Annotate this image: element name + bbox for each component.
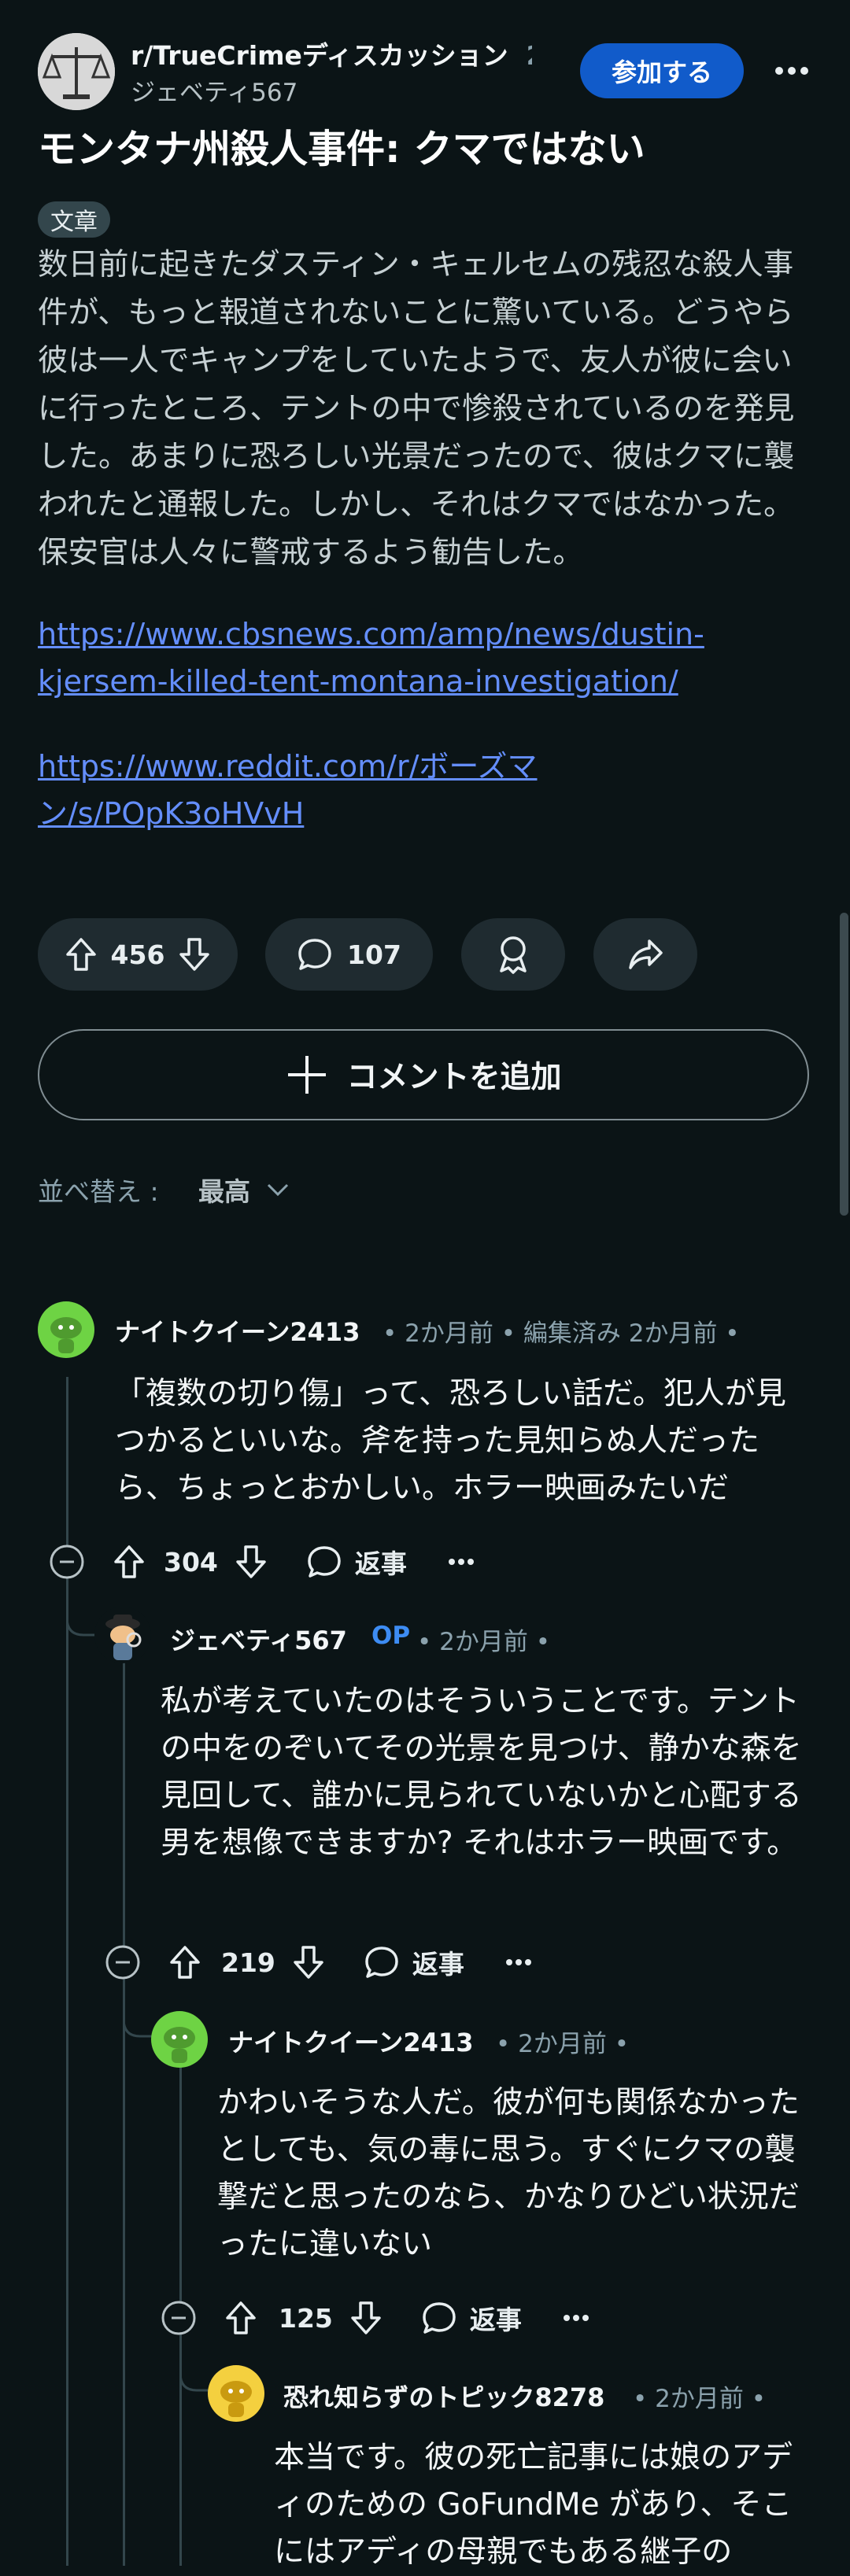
- comment-meta: • 2か月前 •: [633, 2385, 767, 2413]
- comment-body: 本当です。彼の死亡記事には娘のアディのための GoFundMe があり、そこには…: [274, 2440, 793, 2570]
- comment-actions: 219 返事: [105, 1943, 532, 1981]
- comment-icon: [297, 937, 333, 972]
- avatar[interactable]: [208, 2365, 264, 2422]
- upvote-icon[interactable]: [169, 1945, 201, 1980]
- subreddit-avatar[interactable]: [38, 33, 115, 110]
- reply-label: 返事: [354, 1548, 407, 1579]
- comment-body: 私が考えていたのはそういうことです。テントの中をのぞいてその光景を見つけ、静かな…: [161, 1684, 802, 1861]
- comment-meta: • 2か月前 • 編集済み 2か月前 •: [382, 1319, 740, 1348]
- more-options-icon[interactable]: [448, 1558, 475, 1566]
- collapse-icon[interactable]: [49, 1544, 85, 1580]
- downvote-icon[interactable]: [179, 937, 210, 972]
- comment-author[interactable]: 恐れ知らずのトピック8278: [283, 2378, 604, 2414]
- upvote-icon[interactable]: [65, 937, 97, 972]
- downvote-icon[interactable]: [293, 1945, 324, 1980]
- comment-icon: [306, 1544, 342, 1579]
- post-flair[interactable]: 文章: [38, 201, 110, 238]
- join-button[interactable]: 参加する: [580, 43, 744, 98]
- op-badge: OP: [371, 1622, 411, 1650]
- post-author[interactable]: ジェベティ567: [131, 72, 298, 108]
- comment-actions: 125 返事: [161, 2299, 589, 2337]
- more-options-icon[interactable]: [767, 43, 816, 98]
- subreddit-name[interactable]: r/TrueCrimeディスカッション 2: [131, 35, 532, 72]
- reply-button[interactable]: 返事: [306, 1543, 407, 1581]
- comment-icon: [364, 1945, 400, 1980]
- sort-value: 最高: [198, 1176, 250, 1207]
- post-title: モンタナ州殺人事件: クマではない: [38, 127, 645, 172]
- downvote-icon[interactable]: [350, 2301, 382, 2335]
- upvote-icon[interactable]: [225, 2301, 257, 2335]
- comment-author[interactable]: ナイトクイーン2413: [115, 1312, 360, 1349]
- comment-meta: • 2か月前 •: [417, 1628, 551, 1656]
- post-body: 数日前に起きたダスティン・キェルセムの残忍な殺人事件が、もっと報道されないことに…: [38, 247, 795, 570]
- chevron-down-icon: [266, 1183, 290, 1197]
- share-icon: [627, 937, 663, 972]
- more-options-icon[interactable]: [563, 2314, 589, 2322]
- reply-button[interactable]: 返事: [421, 2299, 522, 2337]
- comment-meta: • 2か月前 •: [496, 2030, 630, 2058]
- comment-actions: 304 返事: [49, 1543, 475, 1581]
- more-options-icon[interactable]: [505, 1958, 532, 1966]
- award-icon: [495, 935, 531, 974]
- comment-body: かわいそうな人だ。彼が何も関係なかったとしても、気の毒に思う。すぐにクマの襲撃だ…: [217, 2085, 800, 2262]
- scrollbar[interactable]: [840, 913, 848, 1216]
- comment-vote-count: 304: [164, 1546, 218, 1578]
- sort-label: 並べ替え :: [38, 1176, 159, 1207]
- comment-author[interactable]: ナイトクイーン2413: [228, 2023, 473, 2059]
- post-vote-bar: 456: [38, 918, 238, 991]
- downvote-icon[interactable]: [235, 1544, 267, 1579]
- post-link-reddit[interactable]: https://www.reddit.com/r/ボーズマ ン/s/POpK3oH…: [38, 743, 778, 837]
- comments-button[interactable]: 107: [265, 918, 433, 991]
- collapse-icon[interactable]: [105, 1944, 141, 1980]
- award-button[interactable]: [461, 918, 565, 991]
- avatar[interactable]: [38, 1301, 94, 1358]
- avatar[interactable]: [151, 2011, 208, 2068]
- avatar[interactable]: [94, 1607, 151, 1663]
- comment-icon: [421, 2301, 457, 2335]
- plus-icon: [285, 1053, 329, 1097]
- comment-body: 「複数の切り傷」って、恐ろしい話だ。犯人が見つかるといいな。斧を持った見知らぬ人…: [115, 1376, 786, 1506]
- sort-dropdown[interactable]: 最高: [198, 1171, 290, 1209]
- share-button[interactable]: [593, 918, 697, 991]
- reply-label: 返事: [469, 2305, 522, 2335]
- comment-count: 107: [347, 939, 401, 970]
- reply-label: 返事: [412, 1949, 464, 1980]
- reply-button[interactable]: 返事: [364, 1943, 464, 1981]
- post-vote-count: 456: [110, 939, 165, 970]
- comment-author[interactable]: ジェベティ567: [170, 1621, 347, 1657]
- add-comment-button[interactable]: コメントを追加: [38, 1029, 809, 1120]
- thread-line: [123, 1660, 125, 2566]
- post-link-cbs[interactable]: https://www.cbsnews.com/amp/news/dustin-…: [38, 611, 778, 705]
- comment-vote-count: 125: [279, 2302, 333, 2334]
- comment-vote-count: 219: [221, 1947, 275, 1978]
- add-comment-label: コメントを追加: [346, 1060, 562, 1095]
- collapse-icon[interactable]: [161, 2300, 197, 2336]
- upvote-icon[interactable]: [113, 1544, 145, 1579]
